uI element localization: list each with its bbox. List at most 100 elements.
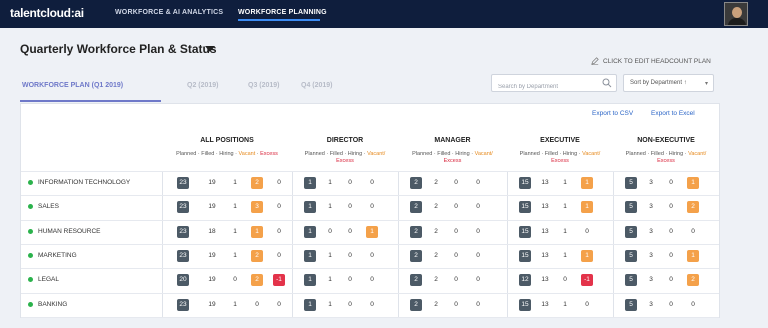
page-title: Quarterly Workforce Plan & Status [20,42,217,56]
nav-workforce-planning[interactable]: WORKFORCE PLANNING [238,9,327,16]
planned-badge[interactable]: 23 [177,225,189,238]
planned-badge[interactable]: 1 [304,225,316,238]
planned-badge[interactable]: 15 [519,249,531,262]
planned-badge[interactable]: 15 [519,298,531,311]
planned-badge[interactable]: 15 [519,177,531,189]
vacant-badge[interactable]: 1 [366,225,378,238]
filled-value: 1 [328,203,332,211]
planned-badge[interactable]: 2 [410,177,422,189]
filled-value: 13 [541,251,549,259]
planned-badge[interactable]: 5 [625,225,637,238]
tab-q3[interactable]: Q3 (2019) [248,82,280,89]
sort-dropdown[interactable]: Sort by Department ↑ ▾ [623,74,714,92]
filled-value: 3 [649,276,653,284]
hiring-value: 0 [348,227,352,235]
filled-value: 2 [434,300,438,308]
planned-badge[interactable]: 12 [519,274,531,287]
vacant-badge[interactable]: 2 [687,201,699,214]
vacant-badge[interactable]: 3 [251,201,263,214]
planned-badge[interactable]: 1 [304,249,316,262]
filled-value: 1 [328,276,332,284]
vacant-badge[interactable]: 2 [251,177,263,189]
planned-badge[interactable]: 1 [304,274,316,287]
export-excel-link[interactable]: Export to Excel [651,110,695,117]
vacant-badge[interactable]: 2 [251,274,263,287]
vacant-badge[interactable]: 1 [687,249,699,262]
hiring-value: 0 [563,276,567,284]
nav-active-indicator [238,19,320,21]
nav-workforce-ai-analytics[interactable]: WORKFORCE & AI ANALYTICS [115,9,223,16]
group-title-executive: EXECUTIVE [540,137,580,144]
vacant-badge[interactable]: 2 [251,249,263,262]
hiring-value: 0 [454,179,458,186]
title-dropdown-caret-icon[interactable] [205,46,215,52]
planned-badge[interactable]: 2 [410,201,422,214]
planned-badge[interactable]: 1 [304,201,316,214]
filled-value: 1 [328,300,332,308]
edit-headcount-plan-link[interactable]: CLICK TO EDIT HEADCOUNT PLAN [591,57,711,65]
export-csv-link[interactable]: Export to CSV [592,110,633,117]
excess-value: 0 [277,227,281,235]
vacant-value: 0 [476,276,480,284]
department-name[interactable]: SALES [38,203,59,210]
brand-logo[interactable]: talentcloud:ai [10,6,84,20]
tab-q4[interactable]: Q4 (2019) [301,82,333,89]
planned-badge[interactable]: 23 [177,201,189,214]
hiring-value: 1 [233,251,237,259]
hiring-value: 1 [563,179,567,186]
planned-badge[interactable]: 5 [625,249,637,262]
excess-badge[interactable]: -1 [581,274,593,287]
hiring-value: 1 [233,227,237,235]
department-name[interactable]: HUMAN RESOURCE [38,228,100,235]
vacant-value: 0 [370,203,374,211]
group-subheader: Planned · Filled · Hiring · Vacant/Exces… [519,151,601,164]
filled-value: 19 [208,300,216,308]
department-name[interactable]: BANKING [38,301,67,308]
planned-badge[interactable]: 5 [625,201,637,214]
search-input[interactable] [492,79,592,95]
planned-badge[interactable]: 23 [177,298,189,311]
vacant-badge[interactable]: 2 [687,274,699,287]
status-dot-icon [28,180,33,185]
vacant-badge[interactable]: 1 [581,201,593,214]
vacant-badge[interactable]: 1 [581,249,593,262]
department-name[interactable]: LEGAL [38,276,59,283]
sort-label: Sort by Department ↑ [630,80,687,86]
filled-value: 3 [649,251,653,259]
vacant-badge[interactable]: 1 [251,225,263,238]
planned-badge[interactable]: 2 [410,298,422,311]
user-avatar[interactable] [724,2,748,26]
group-title-manager: MANAGER [434,137,471,144]
filled-value: 2 [434,251,438,259]
planned-badge[interactable]: 5 [625,298,637,311]
planned-badge[interactable]: 23 [177,249,189,262]
active-tab-indicator [20,100,161,102]
excess-badge[interactable]: -1 [273,274,285,287]
hiring-value: 0 [348,179,352,186]
planned-badge[interactable]: 1 [304,177,316,189]
planned-badge[interactable]: 15 [519,201,531,214]
planned-badge[interactable]: 1 [304,298,316,311]
hiring-value: 0 [348,276,352,284]
planned-badge[interactable]: 2 [410,225,422,238]
planned-badge[interactable]: 2 [410,249,422,262]
tab-q2[interactable]: Q2 (2019) [187,82,219,89]
planned-badge[interactable]: 5 [625,177,637,189]
department-name[interactable]: INFORMATION TECHNOLOGY [38,179,130,186]
tab-workforce-plan-q1[interactable]: WORKFORCE PLAN (Q1 2019) [22,82,123,89]
hiring-value: 0 [348,251,352,259]
planned-badge[interactable]: 23 [177,177,189,189]
planned-badge[interactable]: 2 [410,274,422,287]
group-title-non-executive: NON-EXECUTIVE [637,137,695,144]
planned-badge[interactable]: 20 [177,274,189,287]
department-name[interactable]: MARKETING [38,252,77,259]
department-search [491,74,617,95]
excess-value: 0 [277,251,281,259]
vacant-value: 0 [585,227,589,235]
vacant-value: 0 [476,251,480,259]
planned-badge[interactable]: 15 [519,225,531,238]
vacant-badge[interactable]: 1 [687,177,699,189]
vacant-badge[interactable]: 1 [581,177,593,189]
planned-badge[interactable]: 5 [625,274,637,287]
search-icon[interactable] [602,78,612,88]
